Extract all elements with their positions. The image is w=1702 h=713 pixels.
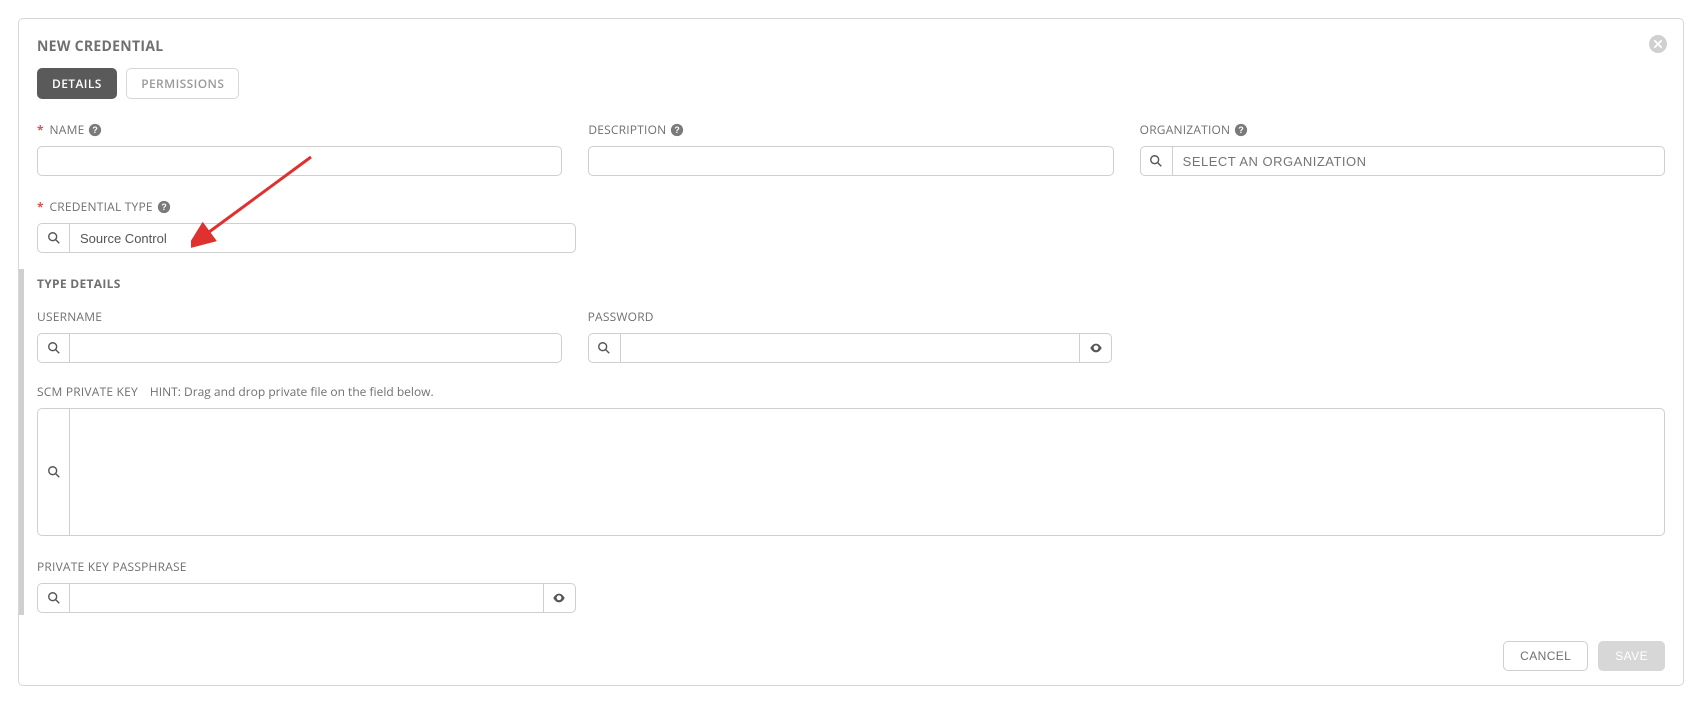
- svg-text:?: ?: [675, 125, 680, 135]
- organization-lookup-button[interactable]: [1140, 146, 1172, 176]
- field-passphrase: PRIVATE KEY PASSPHRASE: [37, 558, 576, 613]
- tab-bar: DETAILS PERMISSIONS: [37, 68, 1665, 99]
- footer-buttons: CANCEL SAVE: [37, 615, 1665, 671]
- panel-title: NEW CREDENTIAL: [37, 37, 1665, 56]
- credential-type-label: CREDENTIAL TYPE: [50, 198, 153, 215]
- row-credentials: USERNAME PASSWORD: [37, 308, 1665, 363]
- row-basic: * NAME ? DESCRIPTION ? ORGANIZATION ?: [37, 121, 1665, 176]
- close-icon[interactable]: [1649, 35, 1667, 53]
- new-credential-panel: NEW CREDENTIAL DETAILS PERMISSIONS * NAM…: [18, 18, 1684, 686]
- type-details-title: TYPE DETAILS: [37, 269, 1665, 308]
- tab-permissions[interactable]: PERMISSIONS: [126, 68, 239, 99]
- credential-type-lookup-button[interactable]: [37, 223, 69, 253]
- scm-private-key-label: SCM PRIVATE KEY: [37, 383, 138, 400]
- field-password: PASSWORD: [588, 308, 1113, 363]
- row-passphrase: PRIVATE KEY PASSPHRASE: [37, 558, 1665, 613]
- help-icon[interactable]: ?: [88, 123, 102, 137]
- type-details-section: TYPE DETAILS USERNAME PASSWORD: [19, 269, 1665, 615]
- required-marker: *: [37, 121, 44, 138]
- help-icon[interactable]: ?: [1234, 123, 1248, 137]
- field-organization: ORGANIZATION ?: [1140, 121, 1665, 176]
- scm-key-label-row: SCM PRIVATE KEY HINT: Drag and drop priv…: [37, 383, 1665, 400]
- svg-text:?: ?: [93, 125, 98, 135]
- field-username: USERNAME: [37, 308, 562, 363]
- scm-private-key-hint: HINT: Drag and drop private file on the …: [150, 383, 434, 400]
- username-lookup-button[interactable]: [37, 333, 69, 363]
- field-name: * NAME ?: [37, 121, 562, 176]
- field-credential-type: * CREDENTIAL TYPE ?: [37, 198, 576, 253]
- eye-icon[interactable]: [1080, 333, 1112, 363]
- field-description: DESCRIPTION ?: [588, 121, 1113, 176]
- description-input[interactable]: [588, 146, 1113, 176]
- password-input[interactable]: [620, 333, 1081, 363]
- scm-private-key-group: [37, 408, 1665, 536]
- help-icon[interactable]: ?: [670, 123, 684, 137]
- username-input[interactable]: [69, 333, 562, 363]
- username-label: USERNAME: [37, 308, 102, 325]
- description-label: DESCRIPTION: [588, 121, 666, 138]
- eye-icon[interactable]: [544, 583, 576, 613]
- svg-text:?: ?: [161, 202, 166, 212]
- scm-key-lookup-button[interactable]: [37, 408, 69, 536]
- name-label: NAME: [50, 121, 85, 138]
- password-label: PASSWORD: [588, 308, 654, 325]
- cancel-button[interactable]: CANCEL: [1503, 641, 1588, 671]
- tab-details[interactable]: DETAILS: [37, 68, 117, 99]
- help-icon[interactable]: ?: [157, 200, 171, 214]
- credential-type-input[interactable]: [69, 223, 576, 253]
- passphrase-input[interactable]: [69, 583, 544, 613]
- name-input[interactable]: [37, 146, 562, 176]
- organization-input[interactable]: [1172, 146, 1665, 176]
- save-button[interactable]: SAVE: [1598, 641, 1665, 671]
- row-credential-type: * CREDENTIAL TYPE ?: [37, 198, 1665, 253]
- scm-private-key-textarea[interactable]: [69, 408, 1665, 536]
- passphrase-label: PRIVATE KEY PASSPHRASE: [37, 558, 187, 575]
- password-lookup-button[interactable]: [588, 333, 620, 363]
- required-marker: *: [37, 198, 44, 215]
- organization-label: ORGANIZATION: [1140, 121, 1231, 138]
- passphrase-lookup-button[interactable]: [37, 583, 69, 613]
- svg-text:?: ?: [1239, 125, 1244, 135]
